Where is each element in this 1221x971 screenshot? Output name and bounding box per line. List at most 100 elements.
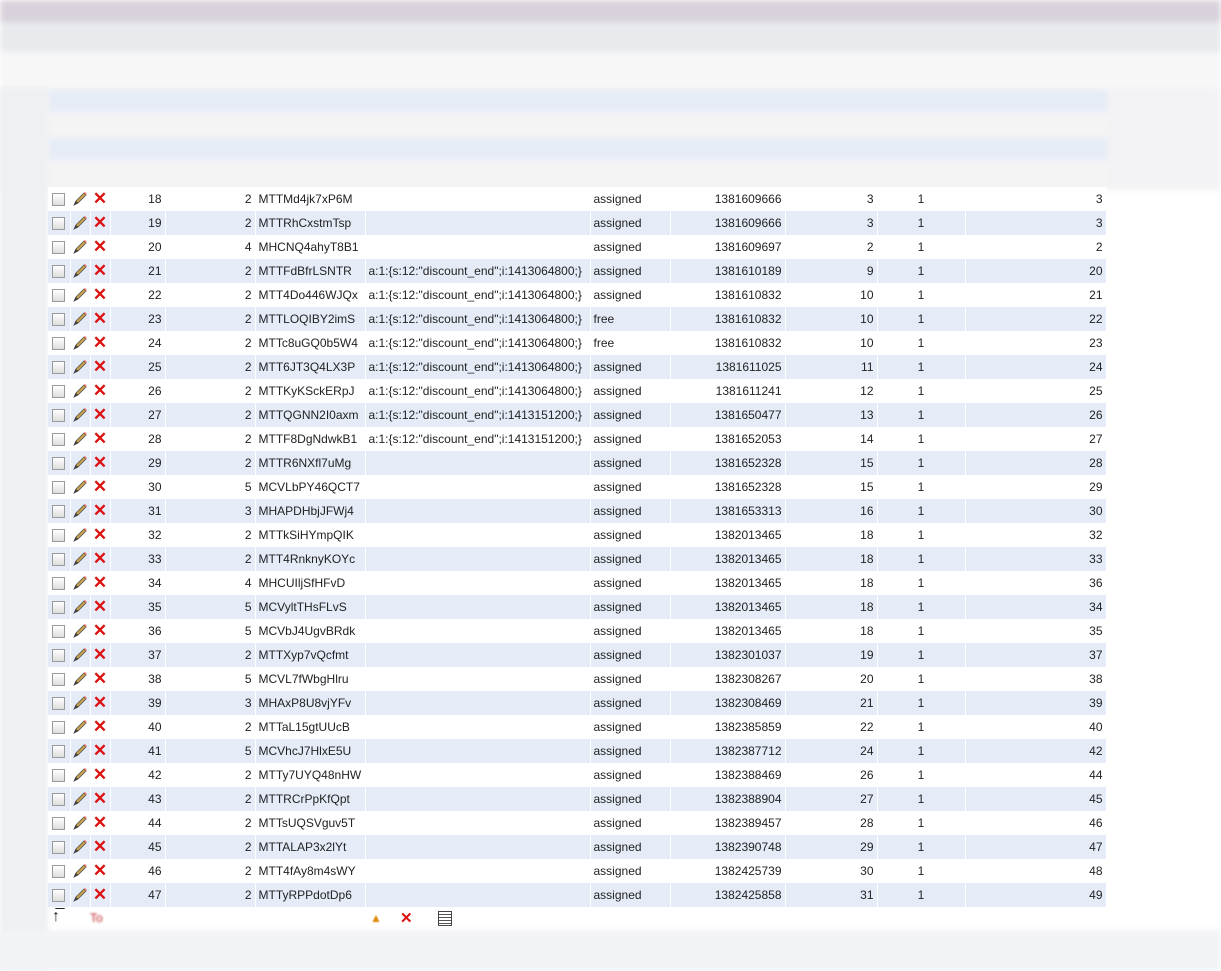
delete-x-icon[interactable]: ✕ xyxy=(93,357,107,376)
row-checkbox[interactable] xyxy=(52,865,66,879)
check-all-arrow-icon[interactable]: ↑̅ xyxy=(52,908,60,926)
cell-status: assigned xyxy=(590,811,671,835)
edit-pencil-icon[interactable] xyxy=(72,815,88,830)
delete-x-icon[interactable]: ✕ xyxy=(93,741,107,760)
row-checkbox[interactable] xyxy=(52,577,66,591)
row-checkbox[interactable] xyxy=(52,601,66,615)
edit-pencil-icon[interactable] xyxy=(72,335,88,350)
row-checkbox[interactable] xyxy=(52,745,66,759)
delete-x-icon[interactable]: ✕ xyxy=(93,597,107,616)
delete-x-icon[interactable]: ✕ xyxy=(93,621,107,640)
delete-x-icon[interactable]: ✕ xyxy=(93,309,107,328)
delete-x-icon[interactable]: ✕ xyxy=(93,405,107,424)
edit-pencil-icon[interactable] xyxy=(72,839,88,854)
edit-pencil-icon[interactable] xyxy=(72,215,88,230)
edit-pencil-icon[interactable] xyxy=(72,287,88,302)
edit-pencil-icon[interactable] xyxy=(72,239,88,254)
delete-x-icon[interactable]: ✕ xyxy=(93,237,107,256)
delete-x-icon[interactable]: ✕ xyxy=(93,645,107,664)
edit-pencil-icon[interactable] xyxy=(72,407,88,422)
check-all-link[interactable]: To xyxy=(90,911,103,925)
delete-x-icon[interactable]: ✕ xyxy=(93,813,107,832)
row-checkbox[interactable] xyxy=(52,313,66,327)
delete-x-icon[interactable]: ✕ xyxy=(93,885,107,904)
edit-pencil-icon[interactable] xyxy=(72,551,88,566)
row-checkbox[interactable] xyxy=(52,385,66,399)
delete-x-icon[interactable]: ✕ xyxy=(93,261,107,280)
edit-pencil-icon[interactable] xyxy=(72,887,88,902)
row-checkbox[interactable] xyxy=(52,793,66,807)
delete-x-icon[interactable]: ✕ xyxy=(93,213,107,232)
edit-pencil-icon[interactable] xyxy=(72,623,88,638)
row-checkbox[interactable] xyxy=(52,265,66,279)
row-checkbox[interactable] xyxy=(52,337,66,351)
edit-pencil-icon[interactable] xyxy=(72,311,88,326)
row-checkbox[interactable] xyxy=(52,553,66,567)
edit-pencil-icon[interactable] xyxy=(72,191,88,206)
export-selected-icon[interactable] xyxy=(438,911,452,926)
row-checkbox[interactable] xyxy=(52,673,66,687)
row-checkbox[interactable] xyxy=(52,889,66,903)
delete-x-icon[interactable]: ✕ xyxy=(93,525,107,544)
delete-x-icon[interactable]: ✕ xyxy=(93,717,107,736)
edit-pencil-icon[interactable] xyxy=(72,743,88,758)
edit-pencil-icon[interactable] xyxy=(72,575,88,590)
edit-pencil-icon[interactable] xyxy=(72,767,88,782)
delete-x-icon[interactable]: ✕ xyxy=(93,837,107,856)
delete-x-icon[interactable]: ✕ xyxy=(93,861,107,880)
delete-selected-icon[interactable]: ✕ xyxy=(400,909,413,927)
delete-x-icon[interactable]: ✕ xyxy=(93,189,107,208)
edit-pencil-icon[interactable] xyxy=(72,599,88,614)
edit-pencil-icon[interactable] xyxy=(72,671,88,686)
edit-pencil-icon[interactable] xyxy=(72,359,88,374)
row-checkbox[interactable] xyxy=(52,193,66,207)
cell-timestamp: 1382389457 xyxy=(670,811,786,835)
row-checkbox[interactable] xyxy=(52,697,66,711)
row-checkbox[interactable] xyxy=(52,505,66,519)
row-checkbox[interactable] xyxy=(52,241,66,255)
delete-x-icon[interactable]: ✕ xyxy=(93,477,107,496)
row-checkbox[interactable] xyxy=(52,841,66,855)
edit-pencil-icon[interactable] xyxy=(72,863,88,878)
delete-x-icon[interactable]: ✕ xyxy=(93,429,107,448)
delete-x-icon[interactable]: ✕ xyxy=(93,501,107,520)
edit-pencil-icon[interactable] xyxy=(72,431,88,446)
row-checkbox[interactable] xyxy=(52,457,66,471)
row-checkbox[interactable] xyxy=(52,217,66,231)
row-checkbox[interactable] xyxy=(52,481,66,495)
edit-pencil-icon[interactable] xyxy=(72,527,88,542)
edit-pencil-icon[interactable] xyxy=(72,719,88,734)
delete-x-icon[interactable]: ✕ xyxy=(93,765,107,784)
row-checkbox[interactable] xyxy=(52,529,66,543)
row-checkbox[interactable] xyxy=(52,289,66,303)
delete-x-icon[interactable]: ✕ xyxy=(93,381,107,400)
edit-pencil-icon[interactable] xyxy=(72,479,88,494)
delete-x-icon[interactable]: ✕ xyxy=(93,573,107,592)
row-checkbox[interactable] xyxy=(52,409,66,423)
edit-pencil-icon[interactable] xyxy=(72,647,88,662)
row-checkbox[interactable] xyxy=(52,721,66,735)
row-checkbox[interactable] xyxy=(52,625,66,639)
edit-pencil-icon[interactable] xyxy=(72,695,88,710)
row-checkbox[interactable] xyxy=(52,817,66,831)
delete-x-icon[interactable]: ✕ xyxy=(93,453,107,472)
row-checkbox[interactable] xyxy=(52,433,66,447)
delete-x-icon[interactable]: ✕ xyxy=(93,693,107,712)
cell-status: assigned xyxy=(590,379,671,403)
delete-x-icon[interactable]: ✕ xyxy=(93,669,107,688)
cell-flag: 1 xyxy=(877,451,966,475)
delete-x-icon[interactable]: ✕ xyxy=(93,285,107,304)
delete-x-icon[interactable]: ✕ xyxy=(93,549,107,568)
edit-pencil-icon[interactable] xyxy=(72,263,88,278)
delete-x-icon[interactable]: ✕ xyxy=(93,333,107,352)
edit-pencil-icon[interactable] xyxy=(72,503,88,518)
row-checkbox[interactable] xyxy=(52,361,66,375)
row-checkbox[interactable] xyxy=(52,649,66,663)
edit-pencil-icon[interactable] xyxy=(72,383,88,398)
edit-selected-icon[interactable]: ▲ xyxy=(370,911,382,925)
edit-pencil-icon[interactable] xyxy=(72,455,88,470)
edit-pencil-icon[interactable] xyxy=(72,791,88,806)
delete-x-icon[interactable]: ✕ xyxy=(93,789,107,808)
row-checkbox[interactable] xyxy=(52,769,66,783)
cell-id: 32 xyxy=(110,523,166,547)
